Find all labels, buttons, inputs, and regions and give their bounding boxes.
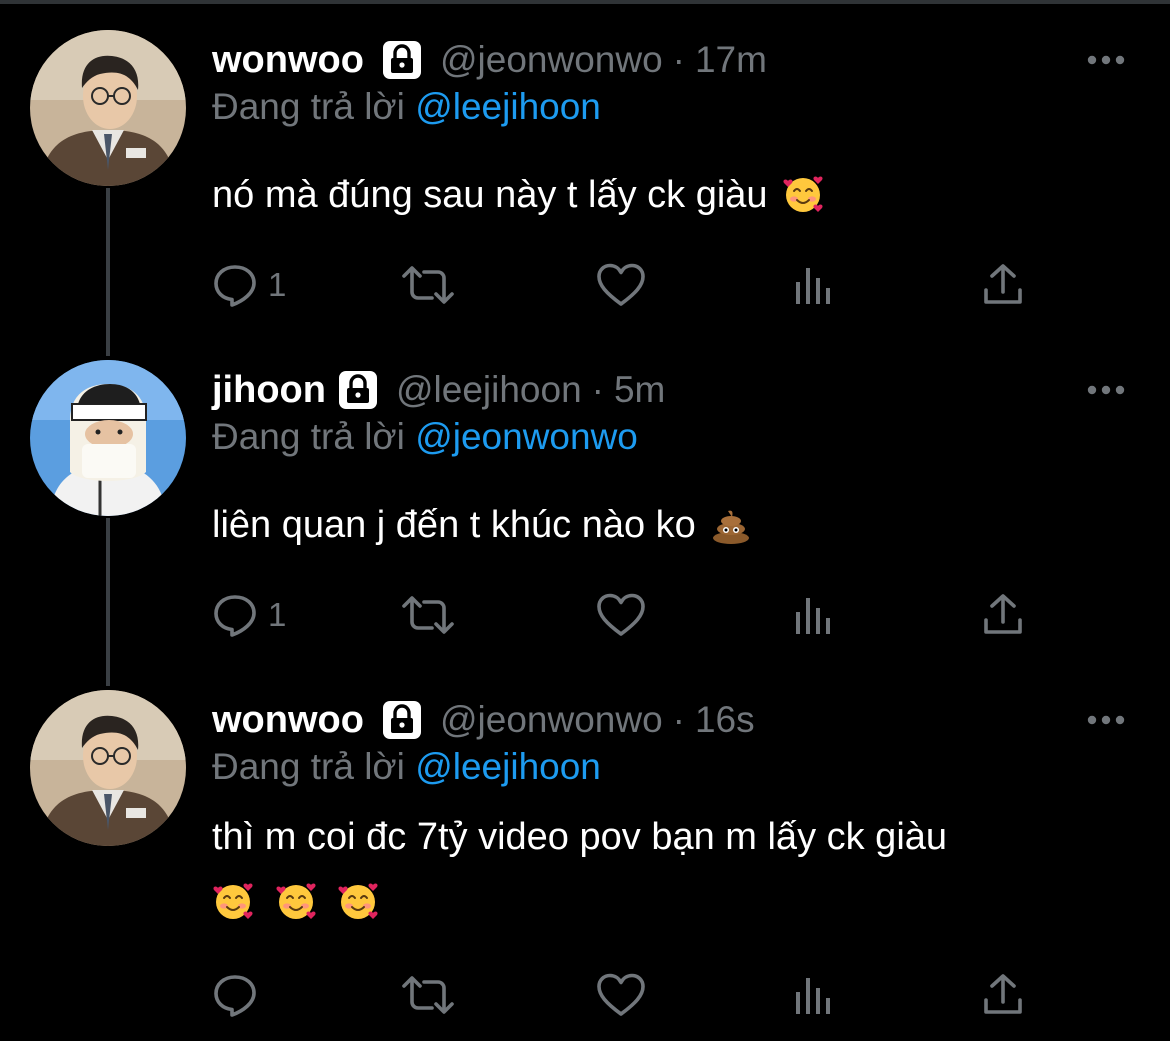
replying-to: Đang trả lời @jeonwonwo	[212, 416, 638, 458]
user-handle[interactable]: @jeonwonwo	[440, 699, 663, 741]
more-icon[interactable]	[1086, 382, 1126, 398]
tweet-text-content: thì m coi đc 7tỷ video pov bạn m lấy ck …	[212, 816, 948, 858]
reply-count: 1	[268, 266, 287, 303]
pile-of-poo-icon	[710, 503, 752, 545]
wonwoo-avatar[interactable]	[30, 690, 186, 846]
smiling-face-with-hearts-icon	[337, 880, 379, 922]
tweet[interactable]: jihoon @leejihoon · 5m Đang trả lời @jeo…	[0, 360, 1170, 660]
smiling-face-with-hearts-icon	[275, 880, 317, 922]
retweet-button[interactable]	[398, 970, 458, 1020]
display-name[interactable]: wonwoo	[212, 699, 364, 742]
retweet-button[interactable]	[398, 260, 458, 310]
views-icon	[790, 262, 836, 308]
reply-button[interactable]: 1	[212, 590, 286, 640]
replying-to-label: Đang trả lời	[212, 86, 405, 127]
like-icon	[596, 262, 646, 308]
views-icon	[790, 972, 836, 1018]
jihoon-avatar[interactable]	[30, 360, 186, 516]
action-bar: 1	[212, 260, 1042, 310]
views-button[interactable]	[790, 970, 836, 1020]
display-name[interactable]: jihoon	[212, 369, 326, 412]
views-button[interactable]	[790, 260, 836, 310]
reply-icon	[212, 262, 258, 308]
replying-to: Đang trả lời @leejihoon	[212, 746, 601, 788]
wonwoo-avatar[interactable]	[30, 30, 186, 186]
tweet-header: wonwoo @jeonwonwo · 17m	[212, 30, 767, 90]
emoji-row	[212, 870, 1132, 935]
top-divider	[0, 0, 1170, 4]
lock-icon	[380, 698, 424, 742]
reply-icon	[212, 972, 258, 1018]
lock-icon	[380, 38, 424, 82]
user-handle[interactable]: @leejihoon	[396, 369, 582, 411]
tweet-text: liên quan j đến t khúc nào ko	[212, 493, 1132, 558]
tweet[interactable]: wonwoo @jeonwonwo · 16s Đang trả lời @le…	[0, 690, 1170, 1030]
timestamp[interactable]: 16s	[695, 699, 755, 741]
timestamp[interactable]: 17m	[695, 39, 767, 81]
reply-button[interactable]: 1	[212, 260, 286, 310]
display-name[interactable]: wonwoo	[212, 39, 364, 82]
tweet-text: thì m coi đc 7tỷ video pov bạn m lấy ck …	[212, 805, 1132, 935]
reply-icon	[212, 592, 258, 638]
tweet[interactable]: wonwoo @jeonwonwo · 17m Đang trả lời @le…	[0, 30, 1170, 330]
reply-count: 1	[268, 596, 287, 633]
share-icon	[980, 262, 1026, 308]
smiling-face-with-hearts-icon	[782, 173, 824, 215]
action-bar	[212, 970, 1042, 1020]
like-icon	[596, 972, 646, 1018]
share-button[interactable]	[980, 260, 1026, 310]
separator-dot: ·	[672, 699, 685, 740]
retweet-icon	[398, 262, 458, 308]
mention-link[interactable]: @leejihoon	[415, 746, 601, 787]
tweet-text-content: nó mà đúng sau này t lấy ck giàu	[212, 174, 768, 216]
user-handle[interactable]: @jeonwonwo	[440, 39, 663, 81]
replying-to: Đang trả lời @leejihoon	[212, 86, 601, 128]
retweet-icon	[398, 972, 458, 1018]
replying-to-label: Đang trả lời	[212, 416, 405, 457]
more-icon[interactable]	[1086, 712, 1126, 728]
like-button[interactable]	[596, 590, 646, 640]
reply-button[interactable]	[212, 970, 268, 1020]
like-button[interactable]	[596, 970, 646, 1020]
mention-link[interactable]: @jeonwonwo	[415, 416, 638, 457]
tweet-text: nó mà đúng sau này t lấy ck giàu	[212, 163, 1132, 228]
share-button[interactable]	[980, 970, 1026, 1020]
action-bar: 1	[212, 590, 1042, 640]
separator-dot: ·	[591, 369, 604, 410]
more-icon[interactable]	[1086, 52, 1126, 68]
share-icon	[980, 592, 1026, 638]
lock-icon	[336, 368, 380, 412]
views-icon	[790, 592, 836, 638]
retweet-icon	[398, 592, 458, 638]
tweet-text-content: liên quan j đến t khúc nào ko	[212, 504, 696, 546]
like-icon	[596, 592, 646, 638]
like-button[interactable]	[596, 260, 646, 310]
tweet-header: wonwoo @jeonwonwo · 16s	[212, 690, 755, 750]
views-button[interactable]	[790, 590, 836, 640]
replying-to-label: Đang trả lời	[212, 746, 405, 787]
separator-dot: ·	[672, 39, 685, 80]
timestamp[interactable]: 5m	[614, 369, 665, 411]
mention-link[interactable]: @leejihoon	[415, 86, 601, 127]
share-icon	[980, 972, 1026, 1018]
smiling-face-with-hearts-icon	[212, 880, 254, 922]
tweet-header: jihoon @leejihoon · 5m	[212, 360, 665, 420]
share-button[interactable]	[980, 590, 1026, 640]
retweet-button[interactable]	[398, 590, 458, 640]
